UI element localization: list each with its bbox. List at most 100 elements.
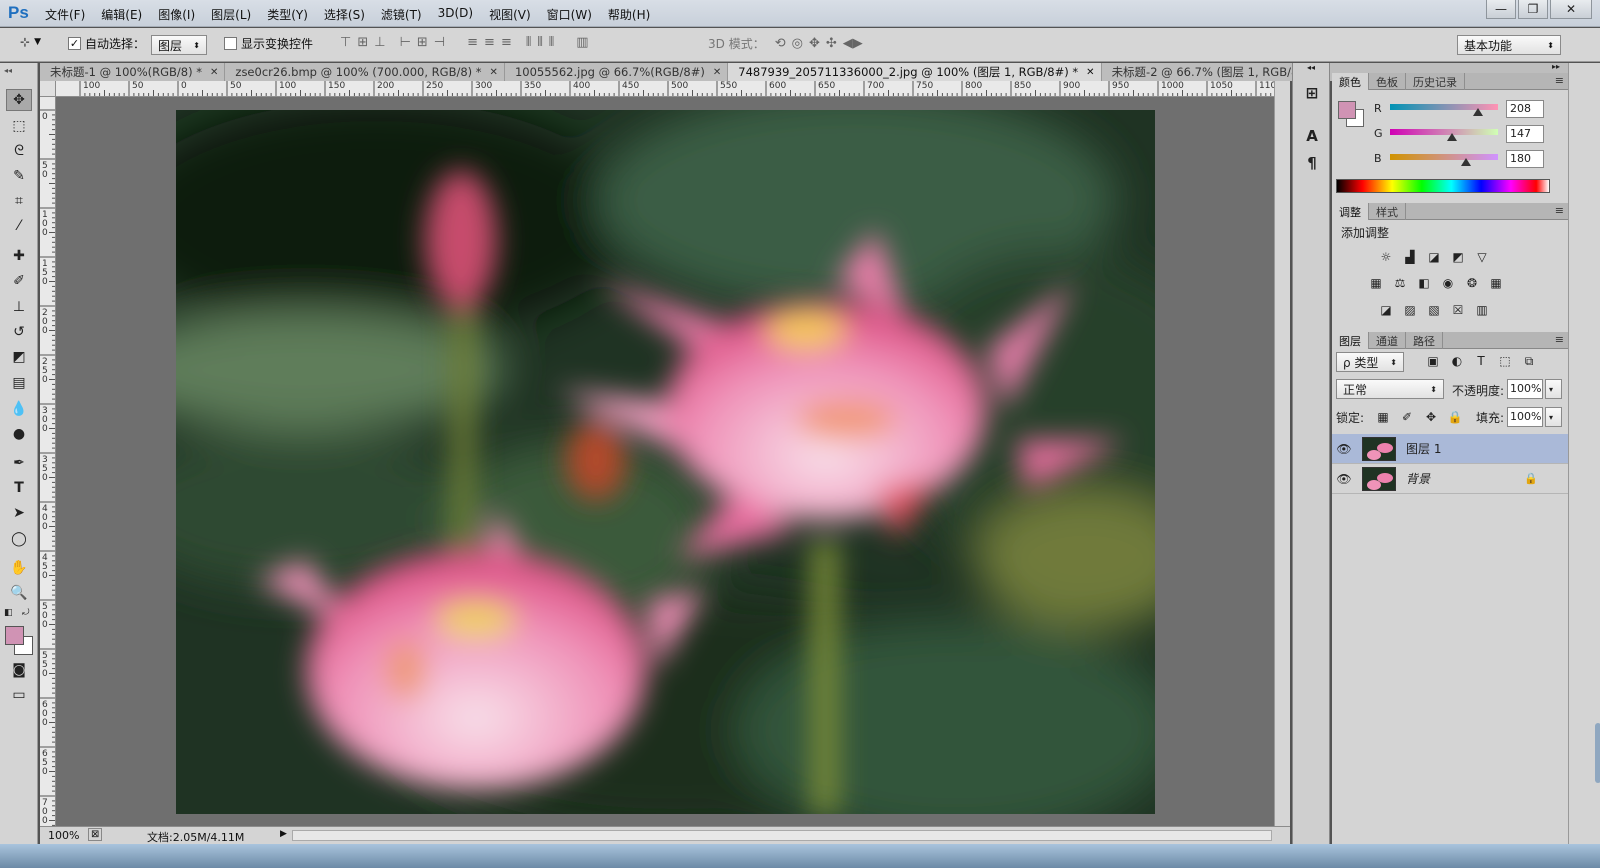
distribute-top-icon[interactable]: ≡ <box>467 35 478 50</box>
fill-field[interactable]: 100% <box>1507 407 1543 427</box>
hand-tool[interactable]: ✋ <box>6 557 32 579</box>
auto-align-icon[interactable]: ▥ <box>576 35 588 50</box>
distribute-hcenter-icon[interactable]: ⫴ <box>537 35 542 50</box>
green-slider[interactable] <box>1390 129 1498 135</box>
auto-select-checkbox[interactable]: ✓ <box>68 37 81 50</box>
green-slider-thumb[interactable] <box>1447 133 1458 141</box>
collapse-arrows-icon[interactable]: ▸▸ <box>1552 62 1560 71</box>
filter-type-icon[interactable]: T <box>1472 354 1490 368</box>
restore-button[interactable]: ❐ <box>1518 0 1548 19</box>
screen-mode-icon[interactable]: ▭ <box>6 684 32 706</box>
menu-file[interactable]: 文件(F) <box>45 6 85 23</box>
foreground-color-swatch[interactable] <box>5 626 24 645</box>
crop-tool[interactable]: ⌗ <box>6 190 32 212</box>
menu-layer[interactable]: 图层(L) <box>211 6 251 23</box>
distribute-vcenter-icon[interactable]: ≡ <box>484 35 495 50</box>
menu-help[interactable]: 帮助(H) <box>608 6 650 23</box>
spot-heal-tool[interactable]: ✚ <box>6 245 32 267</box>
clone-stamp-tool[interactable]: ⊥ <box>6 296 32 318</box>
move-tool[interactable]: ✥ <box>6 89 32 111</box>
filter-pixel-icon[interactable]: ▣ <box>1424 354 1442 368</box>
filter-smart-object-icon[interactable]: ⧉ <box>1520 354 1538 368</box>
channel-mixer-icon[interactable]: ❂ <box>1463 276 1481 290</box>
menu-3d[interactable]: 3D(D) <box>438 6 473 23</box>
layer-filter-dropdown[interactable]: ρ 类型 ⬍ <box>1336 352 1404 372</box>
brush-tool[interactable]: ✐ <box>6 270 32 292</box>
3d-slide-icon[interactable]: ✣ <box>826 36 837 51</box>
filter-shape-icon[interactable]: ⬚ <box>1496 354 1514 368</box>
close-tab-icon[interactable]: ✕ <box>1086 67 1094 78</box>
status-menu-arrow-icon[interactable]: ▶ <box>280 829 287 839</box>
distribute-right-icon[interactable]: ⫴ <box>549 35 554 50</box>
blue-value[interactable]: 180 <box>1506 150 1544 168</box>
expand-arrows-icon[interactable]: ◂◂ <box>1307 63 1315 72</box>
menu-select[interactable]: 选择(S) <box>324 6 365 23</box>
vibrance-icon[interactable]: ▽ <box>1473 250 1491 264</box>
tab-styles[interactable]: 样式 <box>1369 203 1406 220</box>
close-tab-icon[interactable]: ✕ <box>210 67 218 78</box>
tab-paths[interactable]: 路径 <box>1406 332 1443 349</box>
color-fg-swatch[interactable] <box>1338 101 1356 119</box>
layer-name[interactable]: 背景 <box>1406 470 1430 487</box>
align-left-icon[interactable]: ⊢ <box>400 35 411 50</box>
lock-image-icon[interactable]: ✐ <box>1398 410 1416 424</box>
menu-type[interactable]: 类型(Y) <box>267 6 308 23</box>
collapse-arrows-icon[interactable]: ◂◂ <box>4 66 12 75</box>
align-top-icon[interactable]: ⊤ <box>340 35 351 50</box>
eraser-tool[interactable]: ◩ <box>6 346 32 368</box>
menu-view[interactable]: 视图(V) <box>489 6 531 23</box>
zoom-tool[interactable]: 🔍 <box>6 582 32 604</box>
menu-image[interactable]: 图像(I) <box>158 6 195 23</box>
3d-roll-icon[interactable]: ◎ <box>792 36 803 51</box>
minimize-button[interactable]: — <box>1486 0 1516 19</box>
lock-transparent-icon[interactable]: ▦ <box>1374 410 1392 424</box>
panel-menu-icon[interactable]: ≡ <box>1555 204 1564 217</box>
character-icon[interactable]: A <box>1302 126 1322 146</box>
tab-channels[interactable]: 通道 <box>1369 332 1406 349</box>
zoom-level[interactable]: 100% <box>48 829 79 842</box>
status-info-icon[interactable]: ⊠ <box>88 828 103 841</box>
fill-slider-button[interactable]: ▾ <box>1545 407 1562 427</box>
color-balance-icon[interactable]: ⚖ <box>1391 276 1409 290</box>
shape-tool[interactable]: ◯ <box>6 528 32 550</box>
vertical-ruler[interactable]: 0 50 100 150 200 250 300 350 400 450 500 550 600 650 7… <box>40 97 56 826</box>
blue-slider[interactable] <box>1390 154 1498 160</box>
pen-tool[interactable]: ✒ <box>6 452 32 474</box>
doc-tab-4[interactable]: 7487939_205711336000_2.jpg @ 100% (图层 1,… <box>728 63 1102 81</box>
gradient-tool[interactable]: ▤ <box>6 372 32 394</box>
align-bottom-icon[interactable]: ⊥ <box>374 35 385 50</box>
marquee-tool[interactable]: ⬚ <box>6 115 32 137</box>
3d-pan-icon[interactable]: ✥ <box>809 36 820 51</box>
swap-colors-icon[interactable]: ⤾ <box>22 608 30 618</box>
photo-filter-icon[interactable]: ◉ <box>1439 276 1457 290</box>
horizontal-ruler[interactable]: 100 50 0 50 100 150 200 250 300 350 400 450 500 550 60… <box>56 81 1274 97</box>
close-button[interactable]: ✕ <box>1550 0 1592 19</box>
libraries-icon[interactable]: ⊞ <box>1302 83 1322 103</box>
opacity-field[interactable]: 100% <box>1507 379 1543 399</box>
distribute-bottom-icon[interactable]: ≡ <box>501 35 512 50</box>
tab-adjustments[interactable]: 调整 <box>1332 203 1369 220</box>
type-tool[interactable]: T <box>6 477 32 499</box>
close-tab-icon[interactable]: ✕ <box>490 67 498 78</box>
visibility-eye-icon[interactable]: 👁 <box>1332 472 1356 486</box>
menu-window[interactable]: 窗口(W) <box>547 6 592 23</box>
red-value[interactable]: 208 <box>1506 100 1544 118</box>
vertical-scrollbar[interactable] <box>1274 81 1290 826</box>
layer-row[interactable]: 👁 图层 1 <box>1332 434 1568 464</box>
quick-select-tool[interactable]: ✎ <box>6 165 32 187</box>
menu-filter[interactable]: 滤镜(T) <box>381 6 422 23</box>
visibility-eye-icon[interactable]: 👁 <box>1332 442 1356 456</box>
tool-preset-picker[interactable]: ⊹ ▼ <box>20 35 41 49</box>
distribute-left-icon[interactable]: ⫴ <box>526 35 531 50</box>
doc-tab-3[interactable]: 10055562.jpg @ 66.7%(RGB/8#) ✕ <box>504 63 729 81</box>
opacity-slider-button[interactable]: ▾ <box>1545 379 1562 399</box>
exposure-icon[interactable]: ◩ <box>1449 250 1467 264</box>
tab-color[interactable]: 颜色 <box>1332 73 1369 90</box>
blur-tool[interactable]: 💧 <box>6 398 32 420</box>
hue-saturation-icon[interactable]: ▦ <box>1367 276 1385 290</box>
doc-tab-2[interactable]: zse0cr26.bmp @ 100% (700.000, RGB/8) * ✕ <box>225 63 505 81</box>
tab-history[interactable]: 历史记录 <box>1406 73 1465 90</box>
threshold-icon[interactable]: ▧ <box>1425 303 1443 317</box>
filter-adjustment-icon[interactable]: ◐ <box>1448 354 1466 368</box>
default-colors-icon[interactable]: ◧ <box>4 608 13 618</box>
